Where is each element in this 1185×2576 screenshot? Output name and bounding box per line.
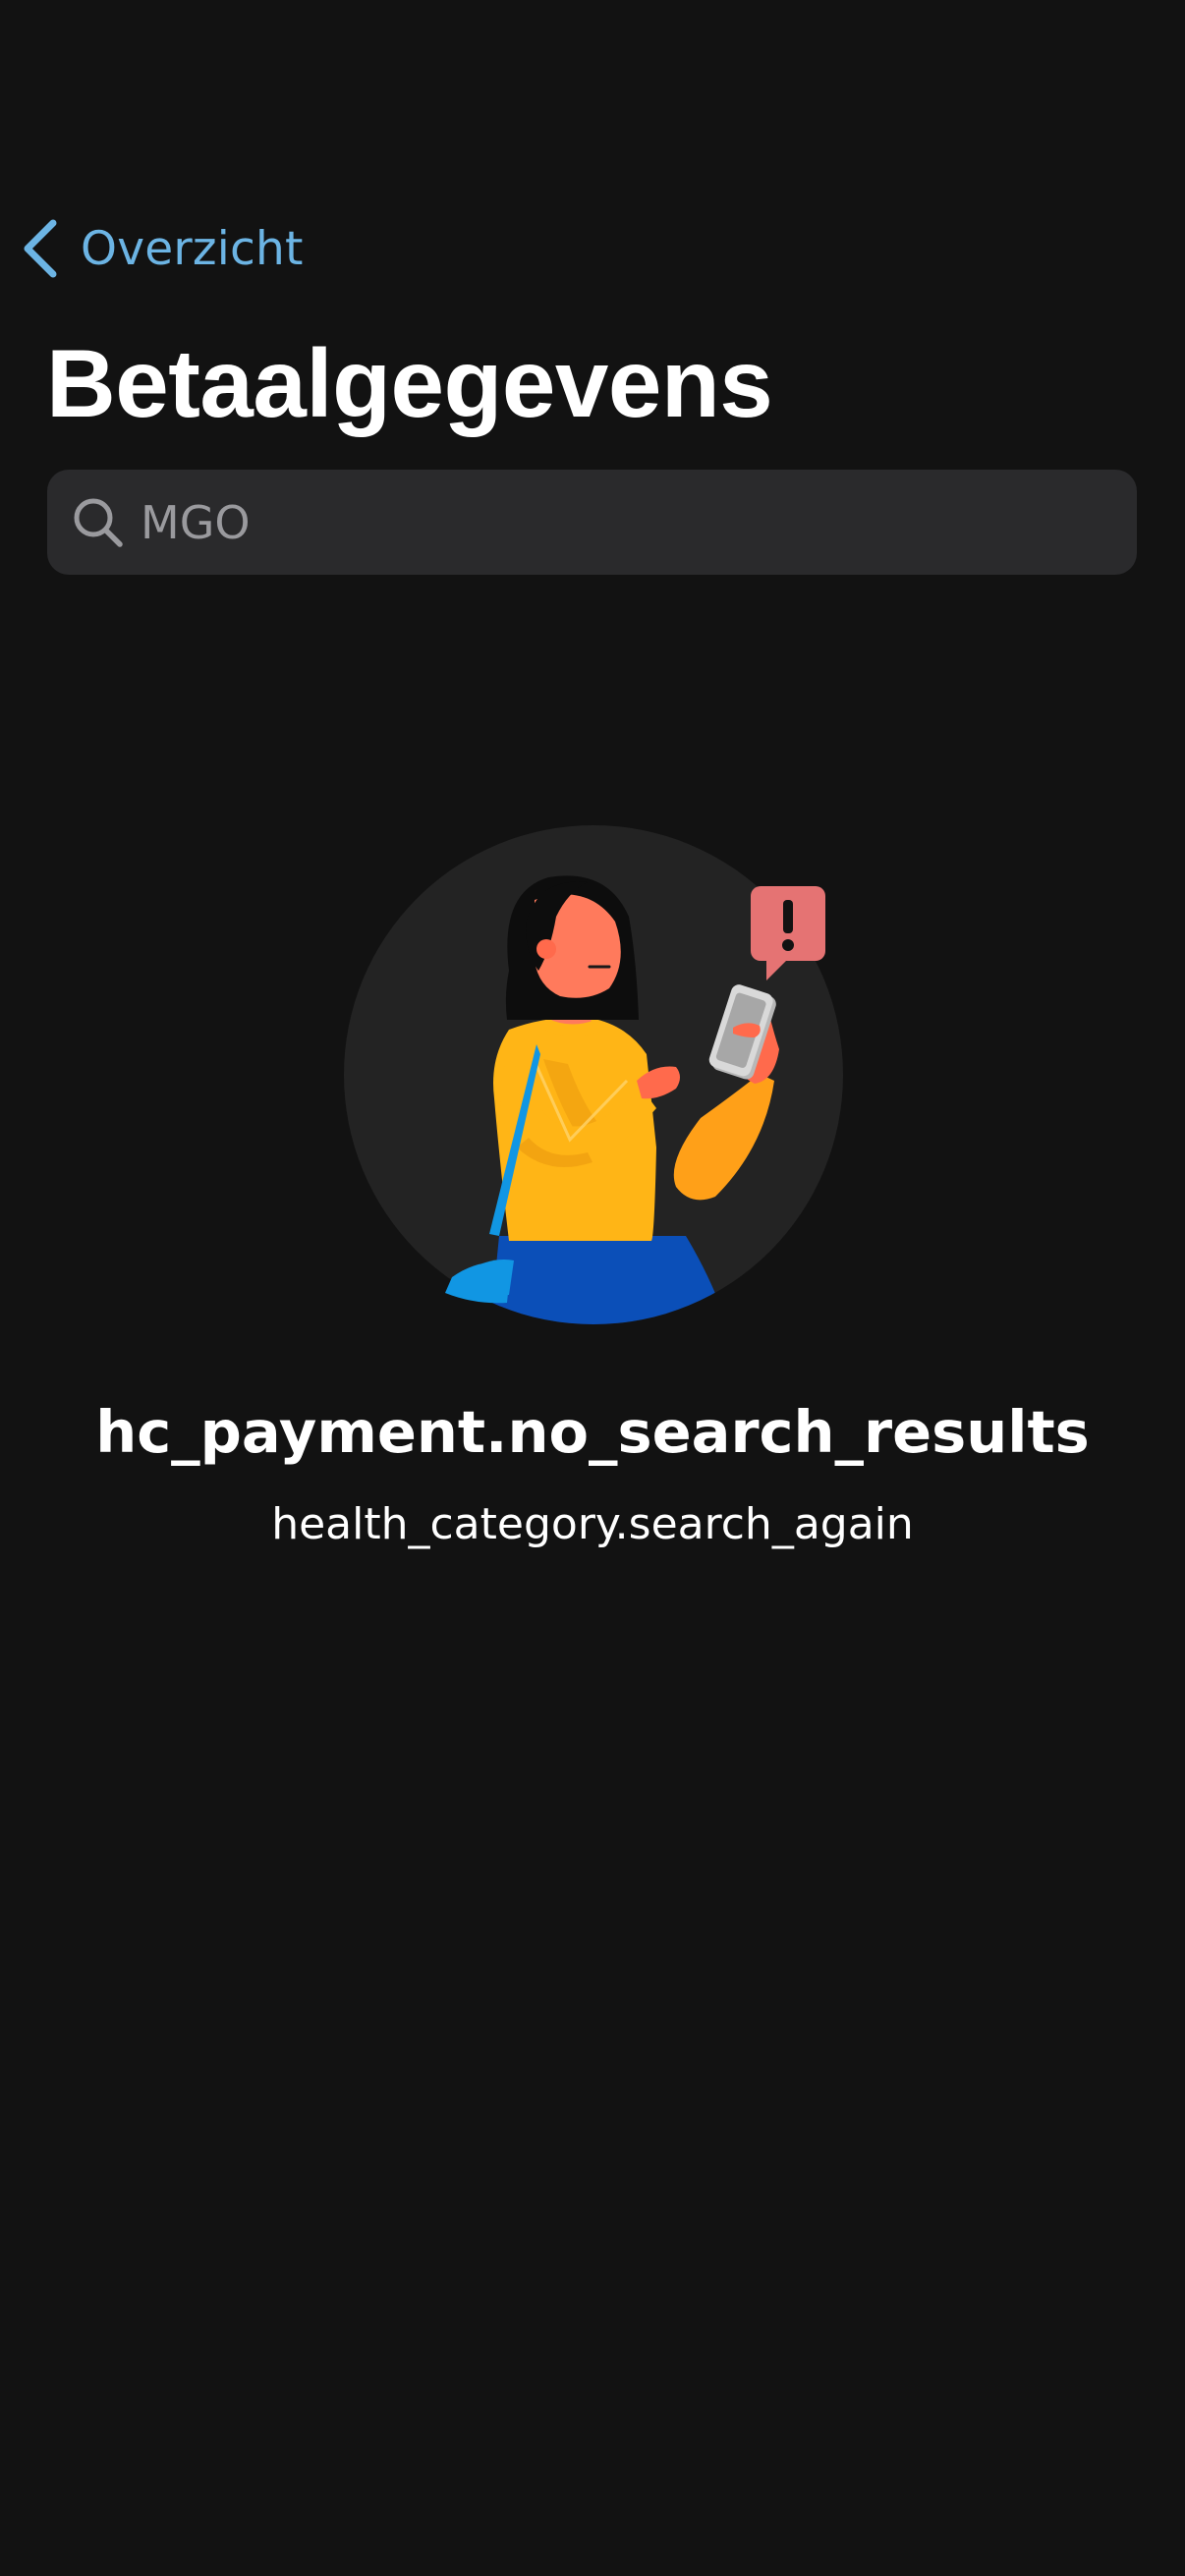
search-input[interactable] [141, 470, 1103, 575]
back-button-label: Overzicht [81, 221, 304, 276]
back-button[interactable]: Overzicht [20, 211, 304, 286]
chevron-left-icon [20, 217, 63, 280]
person-with-phone-alert-illustration [342, 823, 845, 1326]
page-title: Betaalgegevens [46, 329, 773, 437]
screen: Overzicht Betaalgegevens MGO hc_payment.… [0, 0, 1185, 2576]
empty-state-subtitle: health_category.search_again [271, 1499, 914, 1549]
search-icon [71, 495, 126, 550]
search-bar[interactable] [47, 470, 1137, 575]
empty-state-title: hc_payment.no_search_results [95, 1398, 1090, 1466]
